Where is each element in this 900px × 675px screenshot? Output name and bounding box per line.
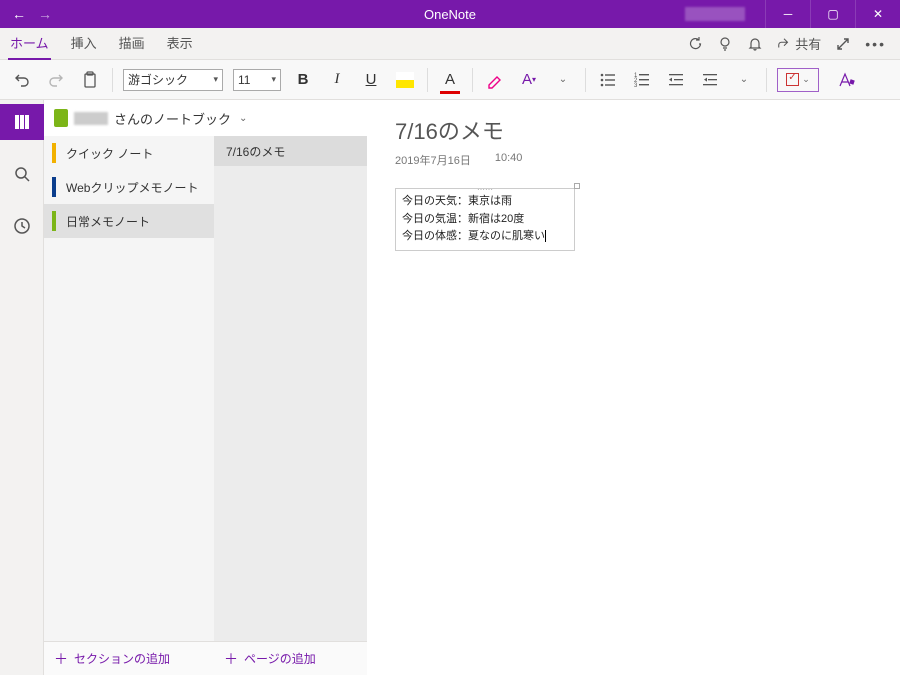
sync-icon[interactable]: [687, 36, 703, 52]
tab-draw[interactable]: 描画: [117, 27, 147, 60]
section-item-daily[interactable]: 日常メモノート: [44, 204, 214, 238]
section-item-webclip[interactable]: Webクリップメモノート: [44, 170, 214, 204]
minimize-button[interactable]: ─: [765, 0, 810, 28]
chevron-down-icon: ⌄: [239, 113, 247, 124]
underline-button[interactable]: U: [359, 68, 383, 92]
fullscreen-icon[interactable]: [835, 36, 851, 52]
outdent-button[interactable]: [664, 68, 688, 92]
app-title: OneNote: [424, 7, 476, 22]
maximize-button[interactable]: ▢: [810, 0, 855, 28]
titlebar: ← → OneNote ─ ▢ ✕: [0, 0, 900, 28]
page-date: 2019年7月16日: [395, 152, 471, 168]
share-button[interactable]: 共有: [777, 34, 821, 53]
indent-button[interactable]: [698, 68, 722, 92]
nav-rail: [0, 100, 44, 675]
notebook-label: さんのノートブック: [114, 109, 231, 128]
rail-search-icon[interactable]: [0, 156, 44, 192]
bold-button[interactable]: B: [291, 68, 315, 92]
note-line[interactable]: 今日の体感：夏なのに肌寒い: [402, 228, 568, 246]
tab-insert[interactable]: 挿入: [69, 27, 99, 60]
more-icon[interactable]: •••: [865, 36, 886, 52]
highlight-button[interactable]: [393, 68, 417, 92]
rail-notebooks-icon[interactable]: [0, 104, 44, 140]
user-name[interactable]: [685, 7, 745, 21]
add-page-button[interactable]: ＋ページの追加: [214, 641, 367, 675]
note-canvas[interactable]: 7/16のメモ 2019年7月16日 10:40 ⋯⋯ 今日の天気：東京は雨 今…: [367, 100, 900, 675]
notebook-dropdown[interactable]: さんのノートブック ⌄: [44, 100, 367, 136]
clipboard-button[interactable]: [78, 68, 102, 92]
tab-home[interactable]: ホーム: [8, 27, 51, 60]
bell-icon[interactable]: [747, 36, 763, 52]
menubar: ホーム 挿入 描画 表示 共有 •••: [0, 28, 900, 60]
styles-button[interactable]: [835, 68, 859, 92]
format-menu-button[interactable]: A▾: [517, 68, 541, 92]
page-list: 7/16のメモ ＋ページの追加: [214, 136, 367, 675]
rail-recent-icon[interactable]: [0, 208, 44, 244]
clear-format-button[interactable]: [483, 68, 507, 92]
redo-button[interactable]: [44, 68, 68, 92]
close-button[interactable]: ✕: [855, 0, 900, 28]
number-list-button[interactable]: 123: [630, 68, 654, 92]
notebook-owner-blur: [74, 112, 108, 125]
note-line[interactable]: 今日の天気：東京は雨: [402, 193, 568, 211]
chevron-down-icon[interactable]: ⌄: [551, 68, 575, 92]
page-item[interactable]: 7/16のメモ: [214, 136, 367, 166]
back-button[interactable]: ←: [12, 6, 26, 22]
svg-text:3: 3: [634, 83, 638, 89]
section-list: クイック ノート Webクリップメモノート 日常メモノート ＋セクションの追加: [44, 136, 214, 675]
forward-button[interactable]: →: [38, 6, 52, 22]
note-line[interactable]: 今日の気温：新宿は20度: [402, 211, 568, 229]
page-datetime: 2019年7月16日 10:40: [395, 152, 872, 168]
page-time: 10:40: [495, 152, 523, 168]
container-resize-handle[interactable]: [574, 183, 580, 189]
chevron-down-icon[interactable]: ⌄: [732, 68, 756, 92]
sidebar: さんのノートブック ⌄ クイック ノート Webクリップメモノート 日常メモノー…: [44, 100, 367, 675]
note-text-container[interactable]: ⋯⋯ 今日の天気：東京は雨 今日の気温：新宿は20度 今日の体感：夏なのに肌寒い: [395, 188, 575, 251]
undo-button[interactable]: [10, 68, 34, 92]
font-color-button[interactable]: A: [438, 68, 462, 92]
container-handle[interactable]: ⋯⋯: [396, 184, 574, 189]
todo-tag-button[interactable]: ⌄: [777, 68, 819, 92]
bullet-list-button[interactable]: [596, 68, 620, 92]
page-title[interactable]: 7/16のメモ: [395, 114, 872, 146]
text-cursor: [545, 230, 546, 242]
notebook-icon: [54, 109, 68, 127]
font-name-select[interactable]: 游ゴシック: [123, 69, 223, 91]
ribbon: 游ゴシック 11 B I U A A▾ ⌄ 123 ⌄ ⌄: [0, 60, 900, 100]
tab-view[interactable]: 表示: [165, 27, 195, 60]
font-size-select[interactable]: 11: [233, 69, 281, 91]
lightbulb-icon[interactable]: [717, 36, 733, 52]
italic-button[interactable]: I: [325, 68, 349, 92]
section-item-quicknotes[interactable]: クイック ノート: [44, 136, 214, 170]
add-section-button[interactable]: ＋セクションの追加: [44, 641, 214, 675]
